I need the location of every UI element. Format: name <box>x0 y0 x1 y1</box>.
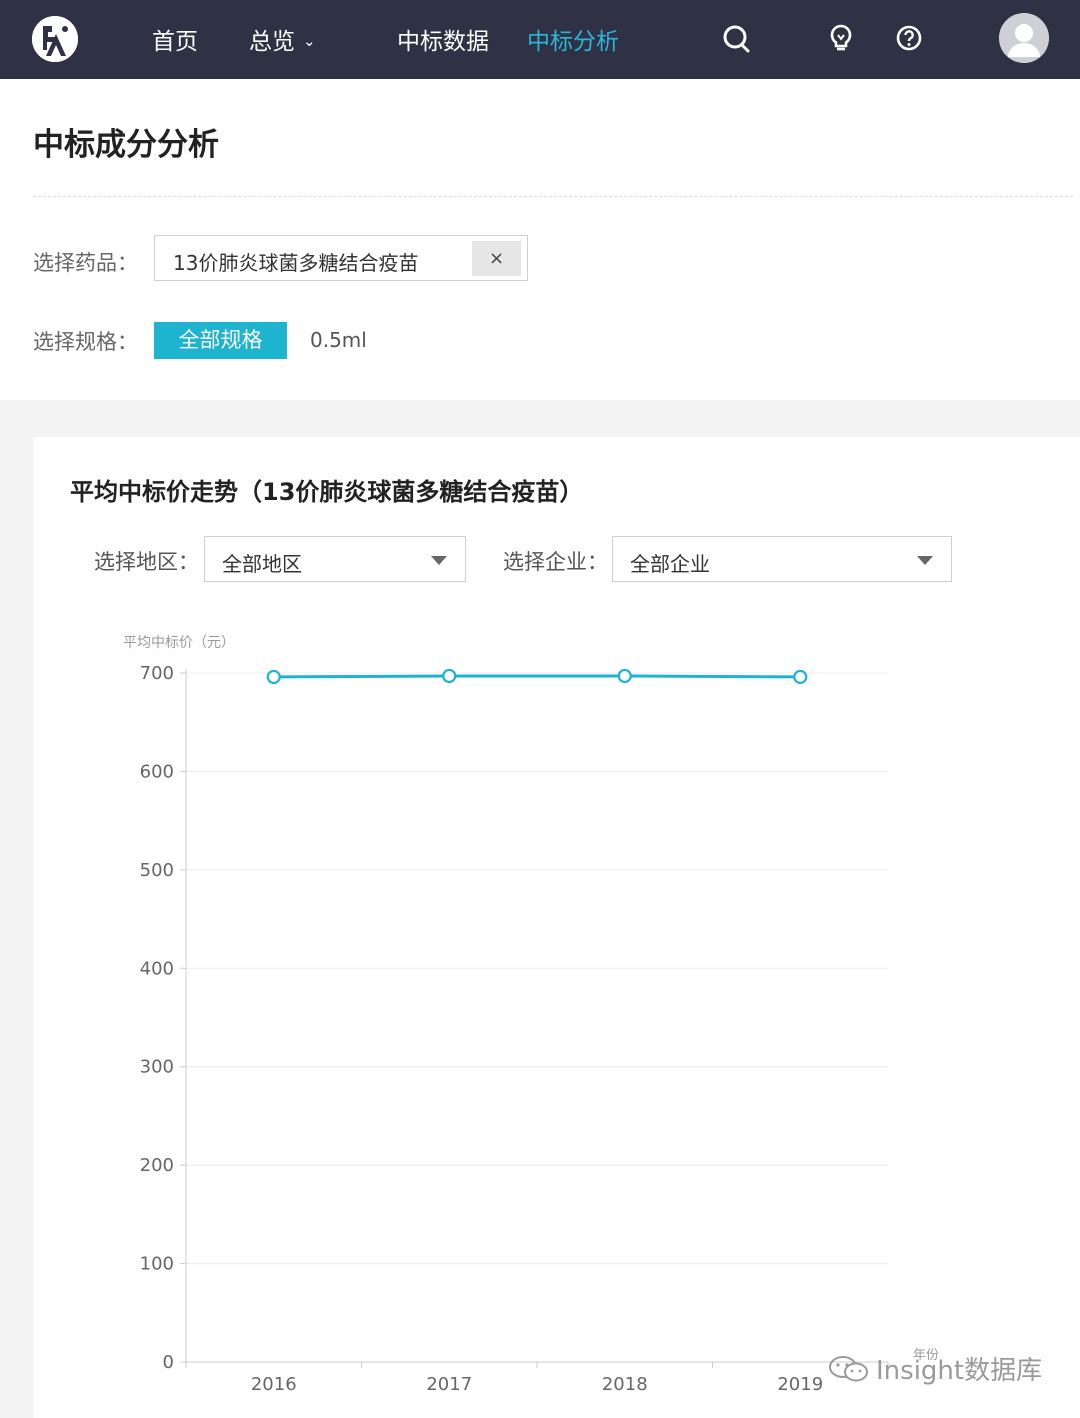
chart-card: 平均中标价走势（13价肺炎球菌多糖结合疫苗） 选择地区： 全部地区 选择企业： … <box>33 437 1080 1418</box>
nav-home-label: 首页 <box>152 29 198 55</box>
y-tick-label: 200 <box>140 1155 174 1176</box>
clear-icon[interactable]: × <box>472 241 521 276</box>
chart-grid <box>186 672 888 1265</box>
nav-overview-label: 总览 <box>249 29 295 55</box>
line-chart: 0 100 200 300 400 500 600 700 2016 2017 2018 2019 平… <box>123 635 939 1395</box>
nav-overview[interactable]: 总览 ⌄ <box>249 22 316 56</box>
user-avatar[interactable] <box>999 13 1049 63</box>
help-icon[interactable] <box>894 22 924 54</box>
y-axis-label: 平均中标价（元） <box>123 635 235 651</box>
series-line <box>273 674 801 679</box>
spec-label: 选择规格： <box>33 330 138 354</box>
chevron-down-icon: ⌄ <box>303 32 316 50</box>
drug-label: 选择药品： <box>33 251 138 275</box>
y-tick-label: 100 <box>140 1254 174 1275</box>
nav-bid-analysis[interactable]: 中标分析 <box>527 22 619 56</box>
y-tick-label: 700 <box>140 663 174 684</box>
nav-bid-data[interactable]: 中标数据 <box>397 22 489 56</box>
y-tick-label: 300 <box>140 1057 174 1078</box>
spec-option[interactable]: 0.5ml <box>310 328 367 352</box>
top-navbar: 首页 总览 ⌄ 中标数据 中标分析 <box>0 0 1080 79</box>
x-tick-label: 2016 <box>251 1374 297 1395</box>
filter-panel: 中标成分分析 选择药品： 13价肺炎球菌多糖结合疫苗 × 选择规格： 全部规格 … <box>0 79 1080 400</box>
drug-select[interactable]: 13价肺炎球菌多糖结合疫苗 × <box>154 235 528 281</box>
chart-axes: 0 100 200 300 400 500 600 700 2016 2017 2018 2019 <box>140 663 889 1395</box>
search-icon[interactable] <box>721 22 751 54</box>
x-tick-label: 2017 <box>426 1374 472 1395</box>
data-point <box>617 668 632 684</box>
x-tick-label: 2019 <box>777 1374 823 1395</box>
data-point <box>266 669 281 685</box>
divider <box>33 196 1073 197</box>
logo-icon <box>32 16 78 62</box>
user-icon <box>999 13 1049 63</box>
chart-series <box>266 668 808 685</box>
y-tick-label: 500 <box>140 860 174 881</box>
app-logo[interactable] <box>32 16 78 62</box>
nav-bid-data-label: 中标数据 <box>397 29 489 55</box>
y-tick-label: 400 <box>140 958 174 979</box>
nav-home[interactable]: 首页 <box>152 22 198 56</box>
wechat-icon <box>828 1354 870 1391</box>
watermark-text: Insight数据库 <box>876 1356 1043 1386</box>
nav-bid-analysis-label: 中标分析 <box>527 29 619 55</box>
drug-value: 13价肺炎球菌多糖结合疫苗 <box>173 251 419 275</box>
data-point <box>442 668 457 684</box>
watermark: Insight数据库 <box>828 1350 1042 1391</box>
data-point <box>793 669 808 685</box>
x-tick-label: 2018 <box>602 1374 648 1395</box>
y-tick-label: 0 <box>163 1352 174 1373</box>
spec-all-button[interactable]: 全部规格 <box>154 322 287 359</box>
page-title: 中标成分分析 <box>33 127 219 163</box>
y-tick-label: 600 <box>140 761 174 782</box>
bulb-icon[interactable] <box>826 22 856 54</box>
